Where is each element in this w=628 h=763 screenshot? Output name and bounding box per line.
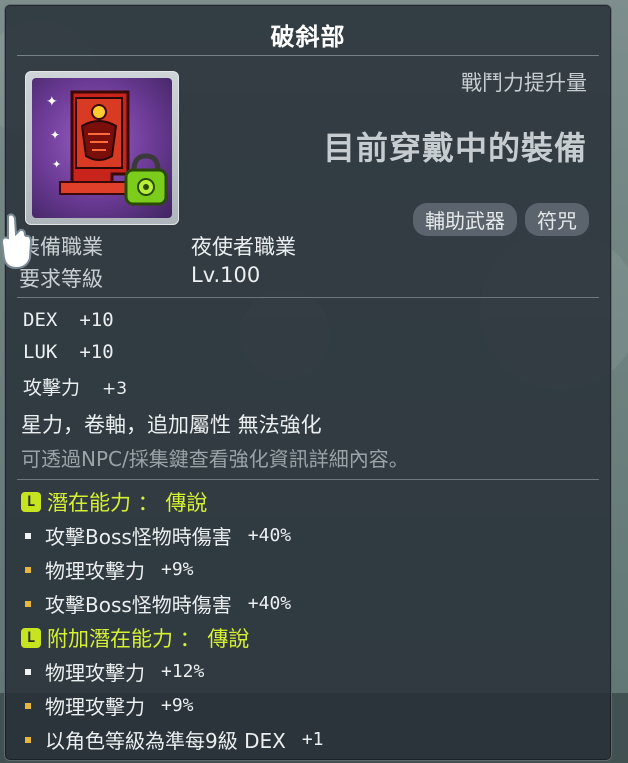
stat-name: LUK bbox=[23, 341, 58, 363]
red-talisman-with-lock-icon: ✦ ✦ ✦ bbox=[32, 78, 172, 218]
potential-text: 物理攻擊力 bbox=[45, 559, 145, 583]
item-tooltip: 破斜部 ✦ ✦ ✦ 戰鬥力提升量 目前穿戴中的裝備 輔助武器 符咒 裝備職業 夜… bbox=[4, 4, 612, 761]
potential-line: 攻擊Boss怪物時傷害 +40% bbox=[25, 521, 291, 550]
tag-talisman: 符咒 bbox=[525, 203, 589, 236]
enhance-restriction: 星力，卷軸，追加屬性 無法強化 bbox=[21, 413, 322, 437]
combat-power-label: 戰鬥力提升量 bbox=[461, 71, 587, 95]
potential-value: +1 bbox=[301, 729, 324, 750]
hand-cursor-icon bbox=[0, 213, 33, 270]
potential-text: 攻擊Boss怪物時傷害 bbox=[45, 525, 232, 549]
bullet-icon bbox=[25, 668, 31, 675]
stat-value: +10 bbox=[79, 341, 114, 363]
potential-value: +9% bbox=[161, 559, 194, 580]
bullet-icon bbox=[25, 702, 31, 709]
legendary-badge-icon: L bbox=[21, 628, 41, 648]
bullet-icon bbox=[25, 566, 31, 573]
potential-text: 物理攻擊力 bbox=[45, 695, 145, 719]
stat-attack: 攻擊力 +3 bbox=[23, 373, 127, 400]
additional-potential-header: L 附加潛在能力 ： 傳說 bbox=[21, 623, 249, 653]
legendary-badge-icon: L bbox=[21, 492, 41, 512]
bullet-icon bbox=[25, 532, 31, 539]
bullet-icon bbox=[25, 736, 31, 743]
bullet-icon bbox=[25, 600, 31, 607]
item-icon-frame: ✦ ✦ ✦ bbox=[25, 71, 179, 225]
item-name: 破斜部 bbox=[270, 23, 346, 51]
potential-text: 物理攻擊力 bbox=[45, 661, 145, 685]
level-value: Lv.100 bbox=[191, 263, 261, 287]
potential-header: L 潛在能力 ： 傳說 bbox=[21, 487, 207, 517]
potential-text: 以角色等級為準每9級 DEX bbox=[45, 729, 286, 753]
tag-secondary-weapon: 輔助武器 bbox=[413, 203, 517, 236]
stat-value: +3 bbox=[102, 379, 128, 399]
title-divider bbox=[17, 55, 599, 56]
potential-line: 攻擊Boss怪物時傷害 +40% bbox=[25, 589, 291, 618]
item-tags: 輔助武器 符咒 bbox=[413, 203, 589, 236]
additional-potential-line: 物理攻擊力 +12% bbox=[25, 657, 204, 686]
stat-luk: LUK +10 bbox=[23, 341, 114, 363]
potential-header-text: 潛在能力 ： 傳說 bbox=[47, 491, 208, 515]
additional-potential-header-text: 附加潛在能力 ： 傳說 bbox=[47, 627, 250, 651]
stat-dex: DEX +10 bbox=[23, 309, 114, 331]
potential-line: 物理攻擊力 +9% bbox=[25, 555, 194, 584]
section-divider bbox=[17, 479, 599, 480]
potential-value: +40% bbox=[247, 593, 292, 614]
stat-name: DEX bbox=[23, 309, 58, 331]
section-divider bbox=[17, 297, 599, 298]
stat-value: +10 bbox=[79, 309, 114, 331]
additional-potential-line: 以角色等級為準每9級 DEX +1 bbox=[25, 725, 324, 754]
potential-text: 攻擊Boss怪物時傷害 bbox=[45, 593, 232, 617]
equipped-label: 目前穿戴中的裝備 bbox=[322, 129, 587, 167]
enhance-hint: 可透過NPC/採集鍵查看強化資訊詳細內容。 bbox=[21, 447, 409, 471]
job-value: 夜使者職業 bbox=[191, 235, 296, 259]
potential-value: +9% bbox=[161, 695, 194, 716]
additional-potential-line: 物理攻擊力 +9% bbox=[25, 691, 194, 720]
potential-value: +40% bbox=[247, 525, 292, 546]
stat-name: 攻擊力 bbox=[23, 377, 81, 399]
potential-value: +12% bbox=[161, 661, 205, 682]
